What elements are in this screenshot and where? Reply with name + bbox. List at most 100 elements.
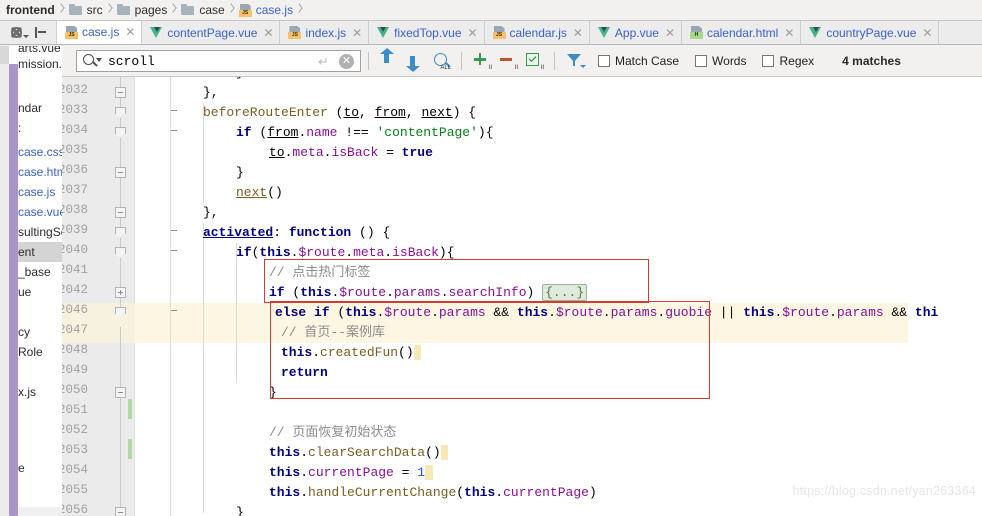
vue-file-icon xyxy=(377,26,390,39)
close-icon[interactable]: ✕ xyxy=(784,27,794,39)
fold-marker[interactable] xyxy=(115,167,126,178)
match-case-checkbox[interactable] xyxy=(598,55,610,67)
list-item[interactable]: sultingServi xyxy=(18,222,62,242)
search-input-value: scroll xyxy=(108,53,155,69)
fold-marker[interactable] xyxy=(114,307,177,319)
regex-label: Regex xyxy=(779,54,815,68)
close-icon[interactable]: ✕ xyxy=(573,27,583,39)
tab-app-vue[interactable]: App.vue ✕ xyxy=(589,21,682,44)
project-tree-horizontal-scrollbar[interactable] xyxy=(18,507,62,516)
tab-label: calendar.js xyxy=(509,25,567,40)
words-checkbox[interactable] xyxy=(695,55,708,67)
list-item[interactable]: cy xyxy=(18,322,62,342)
words-label: Words xyxy=(712,54,747,68)
project-tree-scrollbar-thumb[interactable] xyxy=(9,64,18,516)
search-icon[interactable] xyxy=(82,53,102,69)
fold-marker[interactable] xyxy=(115,87,126,98)
breadcrumb-label: pages xyxy=(134,3,168,17)
code-editor[interactable]: 2031 2032 2033 2034 2035 2036 2037 2038 … xyxy=(62,77,982,516)
match-count-label: 4 matches xyxy=(842,54,901,68)
tree-item-label: ue xyxy=(18,285,32,299)
list-item[interactable]: Role xyxy=(18,342,62,362)
code-text-area[interactable]: } }, beforeRouteEnter (to, from, next) {… xyxy=(136,77,982,516)
code-line: } xyxy=(236,505,244,516)
close-icon[interactable]: ✕ xyxy=(125,26,135,38)
list-item-selected[interactable]: ent xyxy=(18,242,62,262)
fold-marker-collapsed[interactable] xyxy=(115,287,126,298)
fold-marker[interactable] xyxy=(114,127,177,139)
find-previous-icon[interactable] xyxy=(378,48,400,72)
line-number: 2049 xyxy=(62,363,88,377)
list-item[interactable]: ndar xyxy=(18,98,62,118)
code-line: if (from.name !== 'contentPage'){ xyxy=(236,125,494,140)
tab-index-js[interactable]: index.js ✕ xyxy=(280,21,370,44)
tree-item-label: cy xyxy=(18,325,30,339)
list-item[interactable]: case.js xyxy=(18,182,62,202)
close-icon[interactable]: ✕ xyxy=(352,27,362,39)
tab-calendar-js[interactable]: calendar.js ✕ xyxy=(484,21,590,44)
editor-tab-bar: case.js ✕ contentPage.vue ✕ index.js ✕ f… xyxy=(0,21,982,45)
select-all-occurrences-icon[interactable]: II xyxy=(471,50,493,72)
remove-occurrence-icon[interactable]: II xyxy=(497,50,519,72)
tree-item-label: Role xyxy=(18,345,43,359)
tab-calendar-html[interactable]: calendar.html ✕ xyxy=(681,21,802,44)
list-item[interactable]: x.js xyxy=(18,382,62,402)
fold-marker[interactable] xyxy=(114,247,177,259)
list-item[interactable]: mission.vue xyxy=(18,54,62,74)
close-icon[interactable]: ✕ xyxy=(665,27,675,39)
fold-marker[interactable] xyxy=(115,387,126,398)
find-all-icon[interactable]: ALL xyxy=(430,50,452,72)
project-tree-left-edge xyxy=(0,46,9,516)
list-item[interactable]: : xyxy=(18,118,62,138)
list-item[interactable]: ue xyxy=(18,282,62,302)
close-icon[interactable]: ✕ xyxy=(922,27,932,39)
tree-item-label: mission.vue xyxy=(18,57,62,71)
tab-case-js[interactable]: case.js ✕ xyxy=(57,21,143,44)
line-number: 2051 xyxy=(62,403,88,417)
tab-contentpage-vue[interactable]: contentPage.vue ✕ xyxy=(142,21,281,44)
regex-checkbox[interactable] xyxy=(762,55,775,67)
line-number: 2052 xyxy=(62,423,88,437)
find-next-icon[interactable] xyxy=(404,50,426,72)
tab-countrypage-vue[interactable]: countryPage.vue ✕ xyxy=(801,21,940,44)
search-input[interactable]: scroll ↵ ✕ xyxy=(76,50,361,72)
list-item[interactable]: case.html xyxy=(18,162,62,182)
line-number: 2056 xyxy=(62,503,88,516)
code-line-comment: // 页面恢复初始状态 xyxy=(269,423,396,443)
breadcrumb-item-frontend[interactable]: frontend xyxy=(2,0,57,21)
list-item[interactable]: case.vue xyxy=(18,202,62,222)
close-icon[interactable]: ✕ xyxy=(468,27,478,39)
tab-fixedtop-vue[interactable]: fixedTop.vue ✕ xyxy=(369,21,485,44)
vcs-change-marker xyxy=(128,439,132,459)
collapse-all-icon[interactable] xyxy=(30,23,52,43)
breadcrumb-item-case[interactable]: case xyxy=(178,0,226,21)
line-number: 2032 xyxy=(62,83,88,97)
line-number: 2054 xyxy=(62,463,88,477)
tab-bar-toolbar xyxy=(0,21,57,44)
close-icon[interactable]: ✕ xyxy=(263,27,273,39)
filter-icon[interactable] xyxy=(564,50,586,72)
editor-gutter[interactable]: 2031 2032 2033 2034 2035 2036 2037 2038 … xyxy=(62,77,177,516)
folded-code-placeholder[interactable]: {...} xyxy=(542,284,588,301)
tree-item-label: ndar xyxy=(18,101,43,115)
comment-text: // 点击热门标签 xyxy=(269,265,371,280)
fold-marker[interactable] xyxy=(115,507,126,516)
fold-marker[interactable] xyxy=(115,207,126,218)
breadcrumb-item-pages[interactable]: pages xyxy=(114,0,170,21)
list-item[interactable]: _base xyxy=(18,262,62,282)
select-occurrences-icon[interactable]: II xyxy=(523,50,545,72)
html-file-icon xyxy=(689,26,703,39)
folder-icon xyxy=(181,4,195,16)
fold-marker[interactable] xyxy=(114,107,177,119)
breadcrumb-item-src[interactable]: src xyxy=(66,0,105,21)
vue-file-icon xyxy=(809,26,822,39)
fold-marker[interactable] xyxy=(114,227,177,239)
watermark-text: https://blog.csdn.net/yan263364 xyxy=(792,484,976,498)
breadcrumb-separator-icon xyxy=(57,0,66,21)
list-item[interactable]: e xyxy=(18,458,62,478)
clear-icon[interactable]: ✕ xyxy=(339,54,354,69)
breadcrumb-item-case-js[interactable]: case.js xyxy=(236,0,295,21)
gear-icon[interactable] xyxy=(8,23,30,43)
divider xyxy=(554,52,555,70)
list-item[interactable]: case.css xyxy=(18,142,62,162)
